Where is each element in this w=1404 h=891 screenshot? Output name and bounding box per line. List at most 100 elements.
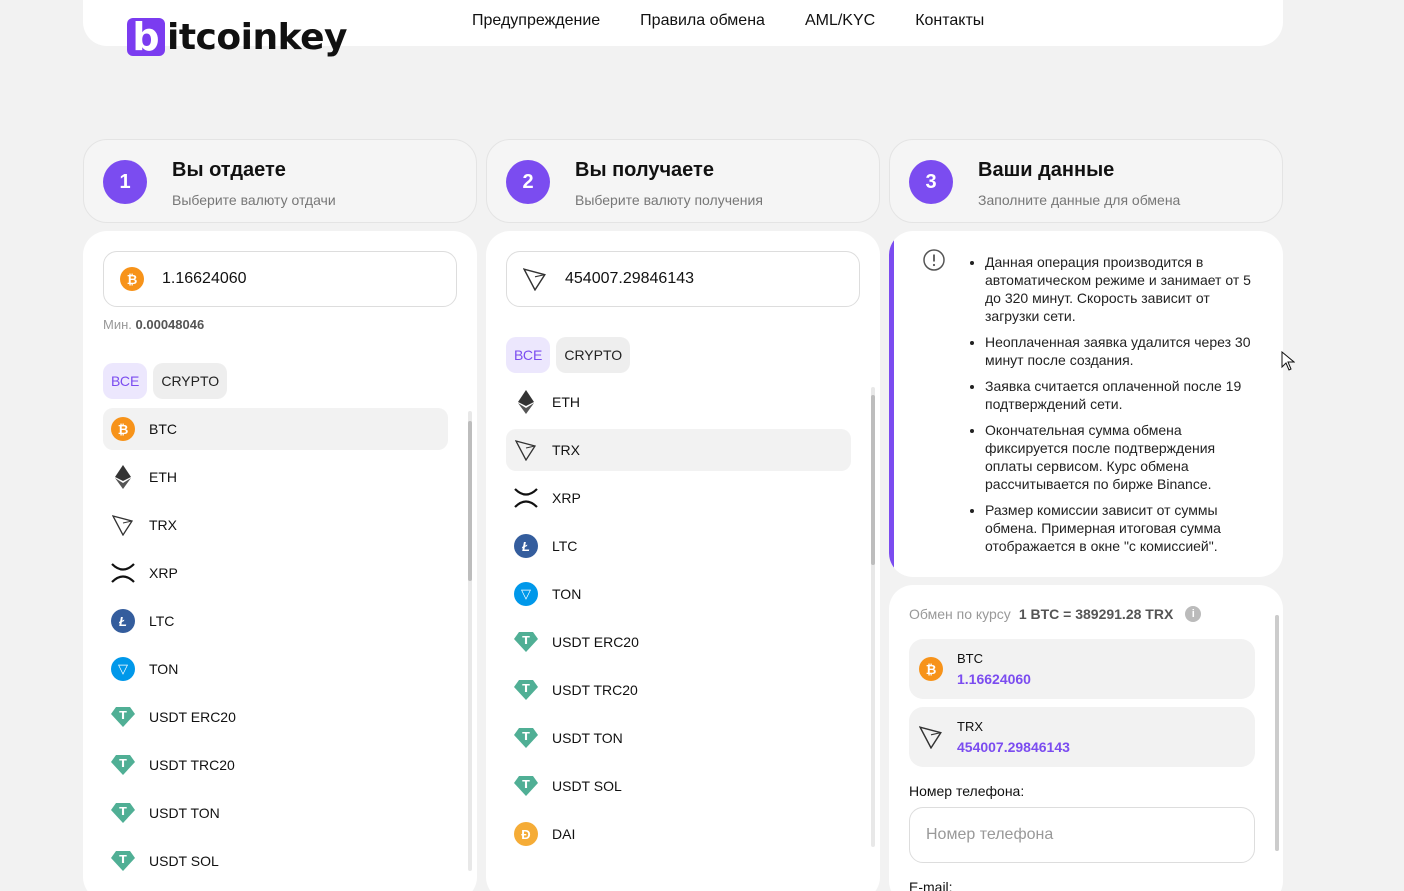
info-icon[interactable]: i bbox=[1185, 606, 1202, 622]
list-item[interactable]: ETH bbox=[103, 456, 448, 498]
filter-crypto[interactable]: CRYPTO bbox=[153, 363, 228, 399]
to-amount: 454007.29846143 bbox=[957, 739, 1070, 755]
list-item[interactable]: T USDT ERC20 bbox=[506, 621, 851, 663]
btc-icon: ₿ bbox=[120, 267, 144, 291]
site-logo[interactable]: b itcoinkey bbox=[127, 14, 347, 60]
nav-aml-kyc[interactable]: AML/KYC bbox=[805, 12, 875, 30]
usdt-icon: T bbox=[514, 774, 538, 798]
filter-all[interactable]: ВСЕ bbox=[506, 337, 551, 373]
xrp-icon bbox=[111, 561, 135, 585]
step-number: 3 bbox=[909, 160, 953, 204]
list-item[interactable]: XRP bbox=[103, 552, 448, 594]
usdt-icon: T bbox=[514, 678, 538, 702]
step-subtitle: Выберите валюту получения bbox=[575, 192, 763, 208]
step-number: 2 bbox=[506, 160, 550, 204]
scrollbar-thumb[interactable] bbox=[1275, 615, 1279, 851]
exchange-panel: Обмен по курсу 1 BTC = 389291.28 TRX i ₿… bbox=[889, 585, 1283, 891]
list-item[interactable]: ₿ BTC bbox=[103, 408, 448, 450]
list-item[interactable]: T USDT TON bbox=[506, 717, 851, 759]
eth-icon bbox=[111, 465, 135, 489]
ltc-icon: Ł bbox=[514, 534, 538, 558]
info-note: Окончательная сумма обмена фиксируется п… bbox=[985, 421, 1255, 493]
min-amount: Мин. 0.00048046 bbox=[103, 317, 205, 332]
step-details: 3 Ваши данные Заполните данные для обмен… bbox=[889, 139, 1283, 223]
list-item[interactable]: T USDT TRC20 bbox=[506, 669, 851, 711]
list-item[interactable]: Ł LTC bbox=[506, 525, 851, 567]
svg-text:T: T bbox=[522, 778, 530, 791]
filter-all[interactable]: ВСЕ bbox=[103, 363, 148, 399]
give-amount-value: 1.16624060 bbox=[162, 270, 247, 287]
xrp-icon bbox=[514, 486, 538, 510]
exchange-rate: Обмен по курсу 1 BTC = 389291.28 TRX i bbox=[909, 606, 1202, 622]
scrollbar-thumb[interactable] bbox=[871, 395, 875, 565]
phone-label: Номер телефона: bbox=[909, 783, 1025, 799]
receive-list-scrollbar[interactable] bbox=[871, 387, 875, 847]
step-subtitle: Выберите валюту отдачи bbox=[172, 192, 336, 208]
usdt-icon: T bbox=[111, 801, 135, 825]
info-notes: Данная операция производится в автоматич… bbox=[985, 253, 1255, 563]
from-summary: ₿ BTC 1.16624060 bbox=[909, 639, 1255, 699]
info-note: Размер комиссии зависит от суммы обмена.… bbox=[985, 501, 1255, 555]
info-note: Неоплаченная заявка удалится через 30 ми… bbox=[985, 333, 1255, 369]
usdt-icon: T bbox=[111, 705, 135, 729]
from-currency: BTC bbox=[957, 651, 983, 666]
warning-icon bbox=[923, 249, 945, 271]
list-item[interactable]: T USDT SOL bbox=[506, 765, 851, 807]
nav-contacts[interactable]: Контакты bbox=[915, 12, 984, 30]
list-item[interactable]: TRX bbox=[103, 504, 448, 546]
rate-value: 1 BTC = 389291.28 TRX bbox=[1018, 606, 1174, 622]
list-item[interactable]: XRP bbox=[506, 477, 851, 519]
svg-text:T: T bbox=[119, 709, 127, 722]
svg-text:T: T bbox=[522, 634, 530, 647]
give-currency-list: ₿ BTC ETH TRX XRP Ł LTC ▽ TON T USDT ERC… bbox=[103, 408, 448, 888]
trx-icon bbox=[523, 267, 547, 291]
receive-amount-value: 454007.29846143 bbox=[565, 270, 695, 287]
list-item[interactable]: Ł LTC bbox=[103, 600, 448, 642]
list-item[interactable]: ▽ TON bbox=[506, 573, 851, 615]
nav-exchange-rules[interactable]: Правила обмена bbox=[640, 12, 765, 30]
ton-icon: ▽ bbox=[111, 657, 135, 681]
list-item[interactable]: T USDT TRC20 bbox=[103, 744, 448, 786]
to-summary: TRX 454007.29846143 bbox=[909, 707, 1255, 767]
mouse-cursor-icon bbox=[1281, 351, 1295, 371]
trx-icon bbox=[919, 725, 943, 749]
phone-input[interactable]: Номер телефона bbox=[909, 807, 1255, 863]
receive-currency-list: ETH TRX XRP Ł LTC ▽ TON T USDT ERC20 T U… bbox=[506, 381, 851, 861]
list-item[interactable]: TRX bbox=[506, 429, 851, 471]
btc-icon: ₿ bbox=[111, 417, 135, 441]
scrollbar-thumb[interactable] bbox=[468, 421, 472, 581]
dai-icon: Đ bbox=[514, 822, 538, 846]
give-list-scrollbar[interactable] bbox=[468, 411, 472, 871]
list-item[interactable]: T USDT ERC20 bbox=[103, 696, 448, 738]
btc-icon: ₿ bbox=[919, 657, 943, 681]
exchange-scrollbar[interactable] bbox=[1275, 615, 1279, 851]
step-title: Вы отдаете bbox=[172, 159, 286, 181]
list-item[interactable]: ETH bbox=[506, 381, 851, 423]
step-number: 1 bbox=[103, 160, 147, 204]
accent-bar bbox=[889, 231, 894, 577]
eth-icon bbox=[514, 390, 538, 414]
trx-icon bbox=[514, 438, 538, 462]
give-filters: ВСЕ CRYPTO bbox=[103, 363, 228, 399]
min-amount-value: 0.00048046 bbox=[135, 317, 205, 332]
filter-crypto[interactable]: CRYPTO bbox=[556, 337, 631, 373]
ltc-icon: Ł bbox=[111, 609, 135, 633]
list-item[interactable]: ▽ TON bbox=[103, 648, 448, 690]
to-currency: TRX bbox=[957, 719, 983, 734]
svg-text:T: T bbox=[119, 853, 127, 866]
step-title: Ваши данные bbox=[978, 159, 1115, 181]
list-item[interactable]: Đ DAI bbox=[506, 813, 851, 855]
logo-mark: b bbox=[127, 18, 165, 56]
list-item[interactable]: T USDT SOL bbox=[103, 840, 448, 882]
svg-text:T: T bbox=[119, 757, 127, 770]
usdt-icon: T bbox=[111, 849, 135, 873]
trx-icon bbox=[111, 513, 135, 537]
give-amount-input[interactable]: ₿ 1.16624060 bbox=[103, 251, 457, 307]
receive-amount-input[interactable]: 454007.29846143 bbox=[506, 251, 860, 307]
nav-warning[interactable]: Предупреждение bbox=[472, 12, 600, 30]
usdt-icon: T bbox=[514, 726, 538, 750]
main-nav: Предупреждение Правила обмена AML/KYC Ко… bbox=[472, 12, 984, 30]
svg-text:T: T bbox=[119, 805, 127, 818]
step-title: Вы получаете bbox=[575, 159, 714, 181]
list-item[interactable]: T USDT TON bbox=[103, 792, 448, 834]
